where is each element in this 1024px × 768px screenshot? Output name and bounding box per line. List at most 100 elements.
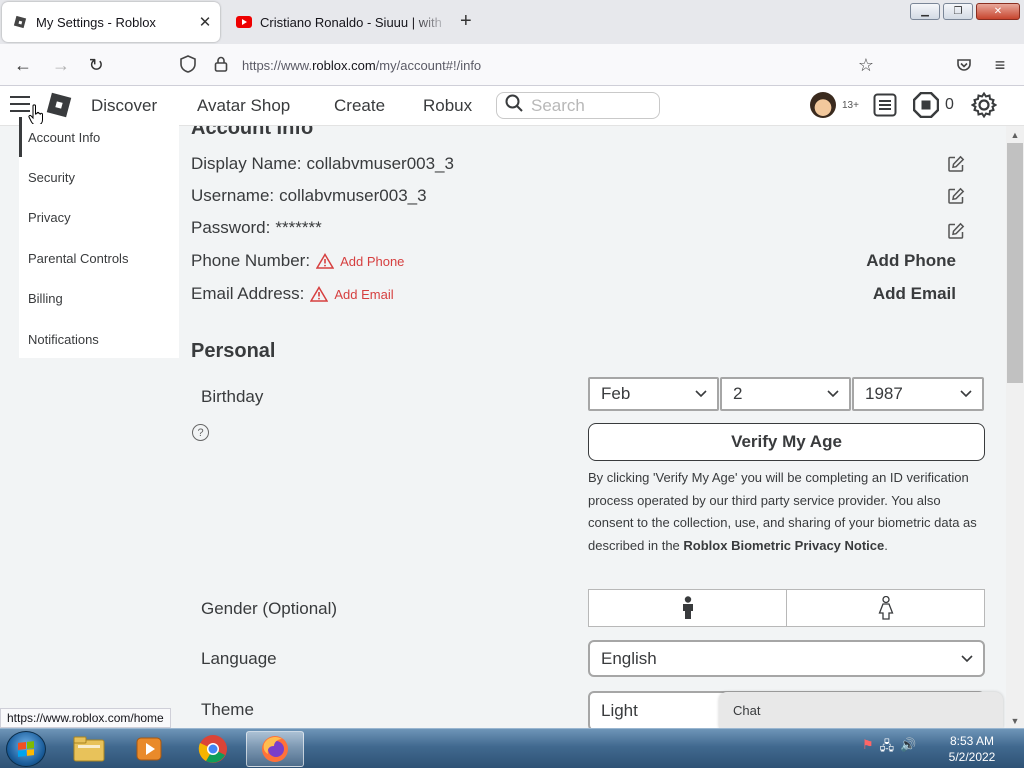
close-window-button[interactable]: ✕ bbox=[976, 3, 1020, 20]
back-arrow-icon[interactable]: ← bbox=[10, 52, 36, 78]
folder-icon bbox=[73, 736, 105, 762]
catalog-list-icon[interactable] bbox=[873, 93, 897, 117]
settings-main: Account Info Display Name: collabvmuser0… bbox=[180, 126, 1006, 728]
new-tab-icon[interactable]: + bbox=[460, 10, 472, 33]
system-tray: ⚑ 🖧 🔊 bbox=[862, 737, 916, 759]
close-tab-icon[interactable]: ✕ bbox=[194, 13, 216, 31]
bookmark-star-icon[interactable]: ☆ bbox=[858, 55, 874, 76]
language-label: Language bbox=[201, 649, 277, 668]
sidebar-item-parental-controls[interactable]: Parental Controls bbox=[19, 238, 179, 278]
sidebar-item-notifications[interactable]: Notifications bbox=[19, 319, 179, 359]
edit-username-icon[interactable] bbox=[947, 187, 965, 205]
password-value: ******* bbox=[275, 218, 322, 237]
birth-year-select[interactable]: 1987 bbox=[852, 377, 984, 411]
volume-icon[interactable]: 🔊 bbox=[900, 737, 916, 759]
link-status-bar: https://www.roblox.com/home bbox=[0, 708, 171, 728]
search-input[interactable]: Search bbox=[496, 92, 660, 119]
url-path: /my/account#!/info bbox=[375, 57, 482, 73]
avatar[interactable] bbox=[810, 92, 836, 118]
scroll-up-arrow-icon[interactable]: ▲ bbox=[1006, 130, 1024, 140]
start-button[interactable] bbox=[6, 731, 46, 767]
page-scrollbar[interactable]: ▲ ▼ bbox=[1006, 126, 1024, 728]
roblox-favicon-icon bbox=[12, 14, 28, 30]
tab-my-settings[interactable]: My Settings - Roblox ✕ bbox=[2, 2, 220, 42]
restore-button[interactable]: ❐ bbox=[943, 3, 973, 20]
url-text[interactable]: https://www.roblox.com/my/account#!/info bbox=[242, 58, 481, 73]
tab-youtube[interactable]: Cristiano Ronaldo - Siuuu | with bbox=[228, 2, 450, 42]
sidebar-item-privacy[interactable]: Privacy bbox=[19, 197, 179, 237]
shield-icon[interactable] bbox=[180, 54, 202, 76]
nav-create[interactable]: Create bbox=[334, 96, 385, 116]
gender-male-option[interactable] bbox=[589, 590, 786, 626]
window-controls: ▁ ❐ ✕ bbox=[910, 3, 1020, 20]
edit-display-name-icon[interactable] bbox=[947, 155, 965, 173]
gender-selector bbox=[588, 589, 985, 627]
address-bar[interactable]: https://www.roblox.com/my/account#!/info… bbox=[180, 49, 890, 81]
chat-bar[interactable]: Chat bbox=[719, 692, 1003, 728]
nav-robux[interactable]: Robux bbox=[423, 96, 472, 116]
phone-row: Phone Number: Add Phone Add Phone bbox=[191, 248, 981, 274]
chat-label: Chat bbox=[733, 702, 761, 718]
email-label: Email Address: bbox=[191, 284, 305, 303]
display-name-value: collabvmuser003_3 bbox=[306, 154, 454, 173]
account-avatar[interactable]: 13+ bbox=[810, 92, 859, 118]
windows-logo-icon bbox=[18, 741, 34, 757]
settings-gear-icon[interactable] bbox=[971, 92, 997, 118]
theme-label: Theme bbox=[201, 700, 254, 719]
lock-icon[interactable] bbox=[214, 56, 230, 75]
action-center-icon[interactable]: ⚑ bbox=[862, 737, 874, 759]
nav-discover[interactable]: Discover bbox=[91, 96, 157, 116]
pocket-icon[interactable] bbox=[951, 52, 977, 78]
sidebar-item-billing[interactable]: Billing bbox=[19, 278, 179, 318]
display-name-row: Display Name: collabvmuser003_3 bbox=[191, 151, 981, 177]
username-row: Username: collabvmuser003_3 bbox=[191, 183, 981, 209]
tab-title: Cristiano Ronaldo - Siuuu | with bbox=[260, 14, 442, 30]
media-player-icon bbox=[136, 737, 162, 761]
language-select[interactable]: English bbox=[588, 640, 985, 677]
help-icon[interactable]: ? bbox=[192, 424, 209, 441]
taskbar-media-player[interactable] bbox=[120, 731, 178, 767]
taskbar-firefox[interactable] bbox=[246, 731, 304, 767]
clock-date: 5/2/2022 bbox=[948, 750, 996, 764]
settings-sidebar: Account Info Security Privacy Parental C… bbox=[19, 117, 179, 359]
taskbar-chrome[interactable] bbox=[184, 731, 242, 767]
birth-day-select[interactable]: 2 bbox=[720, 377, 851, 411]
reload-icon[interactable]: ↻ bbox=[83, 52, 109, 78]
roblox-logo[interactable] bbox=[46, 92, 72, 118]
menu-icon[interactable]: ≡ bbox=[987, 52, 1013, 78]
scrollbar-thumb[interactable] bbox=[1007, 143, 1023, 383]
browser-tab-bar: My Settings - Roblox ✕ Cristiano Ronaldo… bbox=[0, 0, 1024, 44]
email-warning[interactable]: Add Email bbox=[310, 286, 394, 302]
browser-nav-bar: ← → ↻ https://www.roblox.com/my/account#… bbox=[0, 44, 1024, 86]
add-phone-warning-text: Add Phone bbox=[340, 253, 405, 269]
phone-warning[interactable]: Add Phone bbox=[316, 253, 404, 269]
firefox-icon bbox=[262, 736, 288, 762]
birth-month-select[interactable]: Feb bbox=[588, 377, 719, 411]
verify-age-disclaimer: By clicking 'Verify My Age' you will be … bbox=[588, 467, 983, 557]
add-email-warning-text: Add Email bbox=[334, 286, 394, 302]
scroll-down-arrow-icon[interactable]: ▼ bbox=[1006, 716, 1024, 726]
forward-arrow-icon[interactable]: → bbox=[48, 52, 74, 78]
username-value: collabvmuser003_3 bbox=[279, 186, 427, 205]
password-label: Password: bbox=[191, 218, 271, 237]
taskbar-clock[interactable]: 8:53 AM 5/2/2022 bbox=[930, 733, 1014, 765]
language-value: English bbox=[601, 648, 657, 668]
add-phone-button[interactable]: Add Phone bbox=[866, 251, 956, 271]
sidebar-item-account-info[interactable]: Account Info bbox=[19, 117, 179, 157]
robux-icon bbox=[913, 92, 939, 118]
chevron-down-icon bbox=[827, 390, 839, 398]
edit-password-icon[interactable] bbox=[947, 222, 965, 240]
verify-my-age-button[interactable]: Verify My Age bbox=[588, 423, 985, 461]
robux-balance[interactable]: 0 bbox=[913, 92, 954, 118]
biometric-privacy-notice-link[interactable]: Roblox Biometric Privacy Notice bbox=[683, 538, 884, 553]
gender-female-option[interactable] bbox=[786, 590, 984, 626]
taskbar-explorer[interactable] bbox=[60, 731, 118, 767]
sidebar-item-security[interactable]: Security bbox=[19, 157, 179, 197]
nav-avatar-shop[interactable]: Avatar Shop bbox=[197, 96, 290, 116]
robux-count: 0 bbox=[945, 96, 954, 113]
network-icon[interactable]: 🖧 bbox=[880, 737, 895, 759]
minimize-button[interactable]: ▁ bbox=[910, 3, 940, 20]
add-email-button[interactable]: Add Email bbox=[873, 284, 956, 304]
hamburger-menu-icon[interactable] bbox=[10, 96, 30, 112]
email-row: Email Address: Add Email Add Email bbox=[191, 281, 981, 307]
